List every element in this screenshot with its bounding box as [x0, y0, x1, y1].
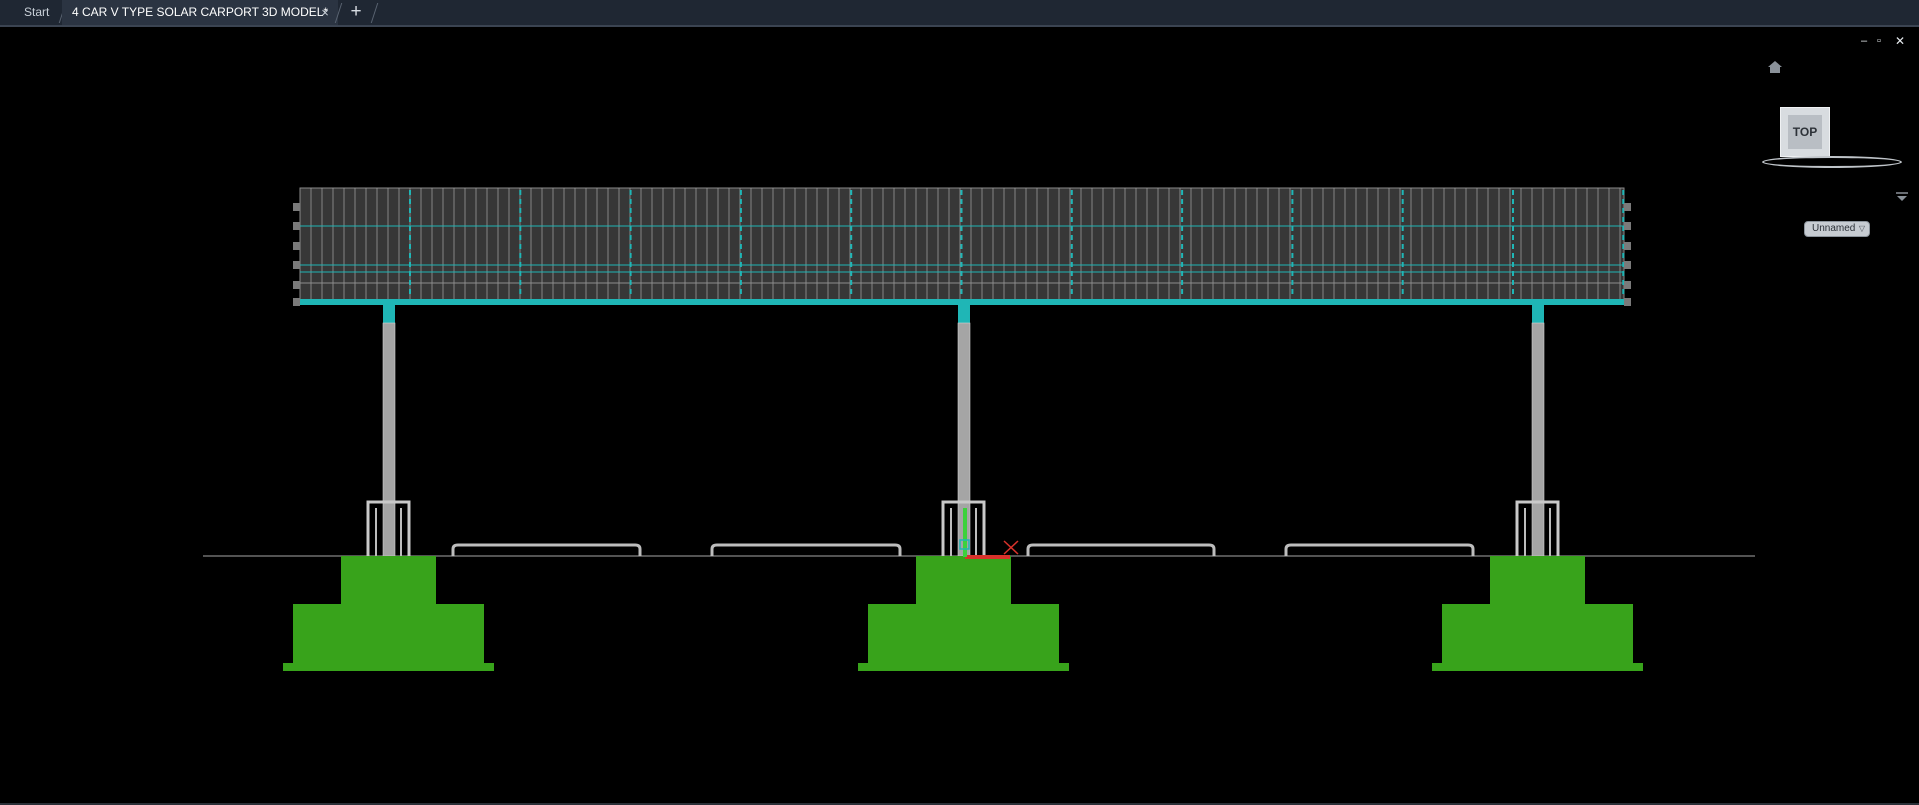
ucs-dropdown-value: Unnamed: [1812, 223, 1856, 234]
footing-plinth: [283, 663, 494, 671]
rail: [1284, 543, 1475, 556]
footing-pedestal: [1490, 556, 1585, 604]
rail: [710, 543, 902, 556]
viewport-minimize-button[interactable]: ‒: [1861, 34, 1867, 48]
viewcube-top-label: TOP: [1788, 115, 1822, 149]
file-tab-bar: Start 4 CAR V TYPE SOLAR CARPORT 3D MODE…: [0, 0, 1919, 27]
column-post: [1531, 322, 1545, 557]
viewcube-compass-ring[interactable]: [1762, 156, 1902, 168]
edge-clamp: [1624, 261, 1631, 269]
ucs-dropdown[interactable]: Unnamed ▽: [1804, 221, 1870, 237]
edge-clamp: [1624, 242, 1631, 250]
footing-base: [293, 604, 484, 663]
tab-start[interactable]: Start: [8, 0, 62, 25]
edge-clamp: [1624, 298, 1631, 306]
viewport-close-button[interactable]: ✕: [1895, 34, 1905, 48]
close-icon[interactable]: ×: [318, 0, 332, 25]
edge-clamp: [293, 261, 300, 269]
footing-pedestal: [341, 556, 436, 604]
edge-clamp: [293, 222, 300, 230]
home-icon[interactable]: [1767, 59, 1783, 75]
footing-base: [1442, 604, 1633, 663]
viewport-restore-button[interactable]: ▫: [1877, 34, 1881, 48]
column-cap: [1532, 305, 1544, 323]
footing-plinth: [858, 663, 1069, 671]
model-drawing: [203, 187, 1755, 671]
rail: [1026, 543, 1216, 556]
edge-clamp: [1624, 281, 1631, 289]
footing-base: [868, 604, 1059, 663]
edge-clamp: [293, 203, 300, 211]
column-cap: [958, 305, 970, 323]
panel-bottom-rail: [296, 299, 1628, 305]
edge-clamp: [293, 298, 300, 306]
drawing-viewport[interactable]: [0, 27, 1919, 803]
new-tab-button[interactable]: +: [346, 0, 366, 25]
column-cap: [383, 305, 395, 323]
chevron-down-icon[interactable]: [1896, 192, 1908, 202]
edge-clamp: [1624, 222, 1631, 230]
edge-clamp: [293, 281, 300, 289]
footing-plinth: [1432, 663, 1643, 671]
viewcube[interactable]: TOP: [1762, 104, 1902, 174]
column-post: [382, 322, 396, 557]
viewcube-top-face[interactable]: TOP: [1780, 107, 1830, 157]
rail: [451, 543, 642, 556]
solar-panel-array: [293, 187, 1631, 306]
tab-drawing[interactable]: 4 CAR V TYPE SOLAR CARPORT 3D MODEL*: [62, 0, 338, 25]
tab-separator: [370, 3, 379, 23]
edge-clamp: [1624, 203, 1631, 211]
chevron-down-icon: ▽: [1858, 224, 1865, 233]
footing-pedestal: [916, 556, 1011, 604]
edge-clamp: [293, 242, 300, 250]
concrete-footings: [283, 556, 1643, 671]
